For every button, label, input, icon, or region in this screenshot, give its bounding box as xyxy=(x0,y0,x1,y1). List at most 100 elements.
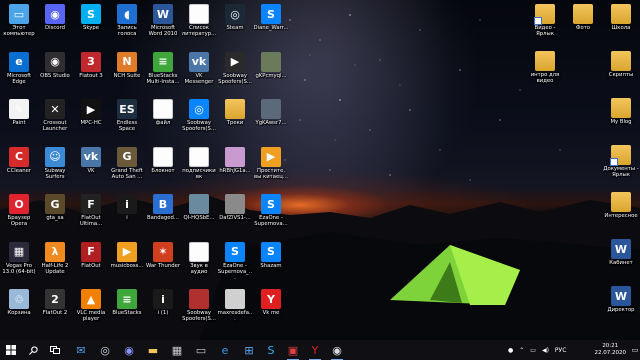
desktop-shortcut[interactable]: gKPcmyql... xyxy=(254,51,288,79)
desktop-shortcut[interactable]: W Кабинет xyxy=(604,239,638,266)
desktop-shortcut[interactable]: ES Endless Space xyxy=(110,99,144,132)
start-button[interactable] xyxy=(2,340,20,360)
taskbar-app-media[interactable]: ▣ xyxy=(284,340,302,360)
taskbar-app-skype[interactable]: S xyxy=(262,340,280,360)
desktop-shortcut[interactable]: ≡ BlueStacks Multi-Insta... xyxy=(146,51,180,85)
desktop-shortcut-label: Microsoft Word 2010 xyxy=(148,25,178,38)
taskbar-app-obs[interactable]: ◉ xyxy=(328,340,346,360)
desktop-shortcut[interactable]: W Директор xyxy=(604,286,638,313)
taskbar-app-chat[interactable]: ▭ xyxy=(192,340,210,360)
desktop-shortcut-label: Кабинет xyxy=(609,260,633,266)
desktop-shortcut[interactable]: ◉ Discord xyxy=(38,4,72,31)
desktop-shortcut[interactable]: Ggta_sa xyxy=(38,194,72,221)
desktop-shortcut[interactable]: ✕ Crossout Launcher xyxy=(38,99,72,132)
desktop-shortcut-label: Треки xyxy=(226,120,244,126)
desktop-shortcut[interactable]: ii xyxy=(110,194,144,221)
desktop-shortcut[interactable]: B Bandaged... xyxy=(146,194,180,221)
task-view-button[interactable] xyxy=(46,340,64,360)
desktop-shortcut-label: Звук в аудио xyxy=(190,262,208,275)
taskbar-app-edge[interactable]: e xyxy=(216,340,234,360)
desktop-shortcut[interactable]: Фото xyxy=(566,4,600,31)
desktop-shortcut[interactable]: vk VK Messenger xyxy=(182,51,216,85)
desktop-shortcut[interactable]: ≡ BlueStacks xyxy=(110,289,144,316)
taskbar-app-discord[interactable]: ◉ xyxy=(120,340,138,360)
desktop-shortcut[interactable]: Документы - Ярлык xyxy=(603,145,639,178)
desktop-shortcut-label: QI-HQSbE... xyxy=(183,215,215,221)
taskbar-app-calculator[interactable]: ▦ xyxy=(168,340,186,360)
desktop-shortcut-label: EzaOne - Supernova... xyxy=(254,215,288,228)
desktop-shortcut[interactable]: ✎ Paint xyxy=(2,99,36,126)
desktop-shortcut[interactable]: O Браузер Opera xyxy=(2,194,36,227)
desktop-shortcut[interactable]: ▶ Soobway Spoofers(S... xyxy=(218,51,252,85)
desktop-shortcut[interactable]: ◎ Soobway Spoofers(S... xyxy=(182,99,216,132)
desktop-shortcut[interactable]: QI-HQSbE... xyxy=(182,194,216,221)
document-icon xyxy=(189,146,209,167)
desktop-shortcut[interactable]: ▶ musicboss... xyxy=(110,241,144,269)
network-icon[interactable]: ▭ xyxy=(530,347,536,354)
desktop-shortcut[interactable]: Y Vk me xyxy=(254,289,288,316)
taskbar-app-yandex[interactable]: Y xyxy=(306,340,324,360)
desktop-shortcut[interactable]: Блокнот xyxy=(146,146,180,174)
calculator-icon: ▦ xyxy=(171,343,183,357)
volume-icon[interactable]: ◀) xyxy=(542,347,549,354)
desktop-shortcut[interactable]: W Microsoft Word 2010 xyxy=(146,4,180,37)
desktop-shortcut[interactable]: F FlatOut xyxy=(74,241,108,269)
desktop-shortcut[interactable]: G Grand Theft Auto San ... xyxy=(110,146,144,180)
desktop-shortcut[interactable]: ▶ MPC-HC xyxy=(74,99,108,126)
microphone-icon[interactable]: ● xyxy=(508,347,513,354)
desktop-shortcut[interactable]: S EzaOne - Supernova_... xyxy=(218,241,252,282)
desktop-shortcut[interactable]: YgKAwsr7... xyxy=(254,99,288,126)
show-hidden-icons-chevron-icon[interactable]: ⌃ xyxy=(519,347,524,354)
desktop-shortcut[interactable]: N NCH Suite xyxy=(110,51,144,79)
desktop-shortcut[interactable]: ▲ VLC media player xyxy=(74,289,108,322)
desktop-shortcut[interactable]: S Skype xyxy=(74,4,108,31)
desktop-shortcut[interactable]: файл xyxy=(146,99,180,126)
desktop-shortcut[interactable]: ◉ OBS Studio xyxy=(38,51,72,79)
taskbar-app-explorer[interactable]: ▬ xyxy=(144,340,162,360)
taskbar-app-steam[interactable]: ◎ xyxy=(96,340,114,360)
notifications-button[interactable]: ▭ xyxy=(630,340,640,360)
language-indicator[interactable]: РУС xyxy=(555,347,566,354)
desktop-shortcut[interactable]: Интересное xyxy=(604,192,638,219)
taskbar-app-mail[interactable]: ✉ xyxy=(72,340,90,360)
desktop-shortcut[interactable]: Треки xyxy=(218,99,252,126)
obs-icon: ◉ xyxy=(332,343,342,357)
clock[interactable]: 20:21 22.07.2020 xyxy=(595,343,627,357)
desktop-shortcut[interactable]: ♲ Корзина xyxy=(2,289,36,316)
desktop-shortcut[interactable]: ii (1) xyxy=(146,289,180,316)
desktop-shortcut[interactable]: подписчики вк xyxy=(182,146,216,180)
desktop-shortcut[interactable]: ▭ Этот компьютер xyxy=(2,4,36,37)
desktop-shortcut[interactable]: Школа xyxy=(604,4,638,31)
desktop-shortcut[interactable]: vk VK xyxy=(74,146,108,174)
desktop-shortcut[interactable]: ▶ Простите, вы китаец... xyxy=(254,146,288,180)
desktop-shortcut[interactable]: ☺ Subway Surfers xyxy=(38,146,72,180)
desktop-shortcut[interactable]: Soobway Spoofers(S... xyxy=(182,289,216,322)
taskbar-app-store[interactable]: ⊞ xyxy=(240,340,258,360)
desktop-shortcut[interactable]: ▦ Vegas Pro 13.0 (64-bit) xyxy=(2,241,36,275)
desktop-shortcut[interactable]: C CCleaner xyxy=(2,146,36,174)
desktop-shortcut[interactable]: DafZlVS1-... xyxy=(218,194,252,221)
desktop-shortcut[interactable]: Список литератур... xyxy=(182,4,216,37)
desktop-shortcut[interactable]: ◎ Steam xyxy=(218,4,252,31)
desktop-shortcut[interactable]: S EzaOne - Supernova... xyxy=(254,194,288,227)
desktop-shortcut[interactable]: ◖ Запись голоса xyxy=(110,4,144,37)
desktop-shortcut[interactable]: ✶ War Thunder xyxy=(146,241,180,269)
nch-icon: N xyxy=(117,51,137,72)
desktop-shortcut-label: FlatOut 2 xyxy=(42,310,68,316)
desktop-shortcut[interactable]: S Shazam xyxy=(254,241,288,269)
desktop-shortcut[interactable]: Видео - Ярлык xyxy=(528,4,562,37)
yandex-icon: Y xyxy=(261,289,281,309)
desktop-shortcut[interactable]: S Diane_Warr... xyxy=(253,4,289,31)
desktop-shortcut[interactable]: hRBhJG1a... xyxy=(218,146,252,174)
desktop-shortcut[interactable]: 2 FlatOut 2 xyxy=(38,289,72,316)
desktop-shortcut[interactable]: My Blog xyxy=(604,98,638,125)
search-button[interactable] xyxy=(24,340,42,360)
desktop-shortcut[interactable]: интро для видео xyxy=(528,51,562,84)
desktop-shortcut[interactable]: e Microsoft Edge xyxy=(2,51,36,85)
desktop-shortcut[interactable]: maxresdefa... xyxy=(218,289,252,322)
desktop-shortcut[interactable]: F FlatOut Ultima... xyxy=(74,194,108,227)
desktop-shortcut[interactable]: λ Half-Life 2 Update xyxy=(38,241,72,275)
desktop-shortcut[interactable]: Звук в аудио xyxy=(182,241,216,275)
desktop-shortcut[interactable]: 3 Flatout 3 xyxy=(74,51,108,79)
desktop-shortcut[interactable]: Скрипты xyxy=(604,51,638,78)
